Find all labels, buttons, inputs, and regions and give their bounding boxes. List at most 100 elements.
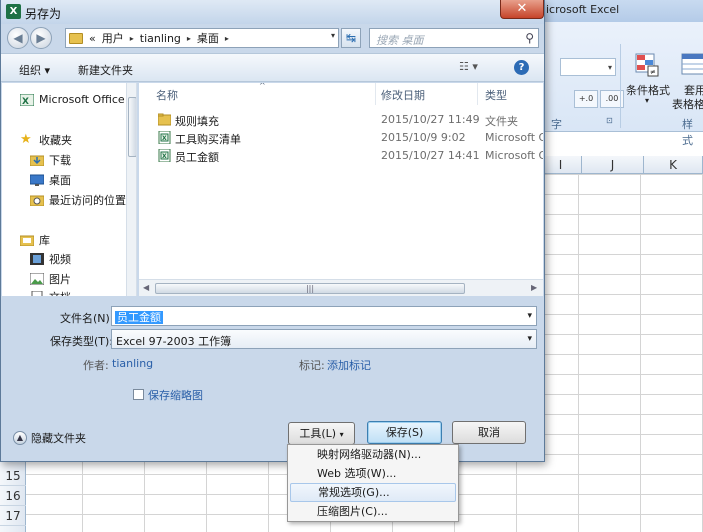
column-divider[interactable] <box>375 83 376 105</box>
chevron-up-icon: ▲ <box>13 431 27 445</box>
row-header-column: 15 16 17 <box>0 460 26 532</box>
filename-history-dropdown-icon[interactable]: ▾ <box>527 311 532 321</box>
file-row[interactable]: X 工具购买清单 2015/10/9 9:02 Microsoft O <box>139 129 543 147</box>
row-header-17[interactable]: 17 <box>0 506 26 526</box>
number-format-dropdown[interactable]: ▾ <box>560 58 616 76</box>
horizontal-scrollbar[interactable]: ◀ ||| ▶ <box>139 279 543 296</box>
nav-item-recent-places[interactable]: 最近访问的位置 <box>30 192 126 208</box>
conditional-format-icon[interactable]: ≠ <box>634 52 660 78</box>
column-header-k[interactable]: K <box>644 156 703 174</box>
file-modified: 2015/10/27 11:49 <box>381 113 480 126</box>
recent-places-icon <box>30 195 44 206</box>
dialog-titlebar[interactable]: X 另存为 ✕ <box>1 0 544 24</box>
menu-item-web-options[interactable]: Web 选项(W)... <box>290 464 456 483</box>
tools-menu: 映射网络驱动器(N)... Web 选项(W)... 常规选项(G)... 压缩… <box>287 444 459 522</box>
number-group-label: 字 <box>551 118 562 131</box>
nav-item-favorites[interactable]: ★ 收藏夹 <box>20 132 72 148</box>
tags-value[interactable]: 添加标记 <box>327 357 371 373</box>
menu-item-compress-pictures[interactable]: 压缩图片(C)... <box>290 502 456 521</box>
menu-item-general-options[interactable]: 常规选项(G)... <box>290 483 456 502</box>
search-placeholder: 搜索 桌面 <box>376 34 424 47</box>
file-type: Microsoft O <box>485 149 543 162</box>
horizontal-scrollbar-thumb[interactable]: ||| <box>155 283 465 294</box>
search-input[interactable]: 搜索 桌面 ⚲ <box>369 28 539 48</box>
view-options-button[interactable]: ☷ ▾ <box>459 60 478 73</box>
save-thumbnail-checkbox[interactable] <box>133 389 144 400</box>
savetype-select[interactable]: Excel 97-2003 工作簿 ▾ <box>111 329 537 349</box>
hide-folders-toggle[interactable]: ▲ 隐藏文件夹 <box>13 430 86 446</box>
column-header-i[interactable]: I <box>540 156 582 174</box>
nav-item-label: 最近访问的位置 <box>49 194 126 207</box>
new-folder-button[interactable]: 新建文件夹 <box>78 62 133 78</box>
svg-text:X: X <box>162 153 167 160</box>
tools-label: 工具(L) <box>299 427 337 440</box>
column-header-modified[interactable]: 修改日期 <box>381 87 425 103</box>
star-icon: ★ <box>20 132 32 147</box>
svg-text:X: X <box>162 135 167 142</box>
sort-ascending-icon: ^ <box>259 83 266 90</box>
breadcrumb-tianling[interactable]: tianling <box>140 32 181 45</box>
breadcrumb-overflow[interactable]: « <box>89 32 96 45</box>
table-format-icon[interactable] <box>680 52 703 78</box>
breadcrumb-separator-icon[interactable]: ▸ <box>187 34 191 43</box>
column-header-j[interactable]: J <box>582 156 644 174</box>
nav-item-documents[interactable]: 文档 <box>30 289 71 296</box>
nav-item-libraries[interactable]: 库 <box>20 232 50 248</box>
address-bar[interactable]: « 用户 ▸ tianling ▸ 桌面 ▸ ▾ <box>65 28 339 48</box>
chevron-down-icon: ▾ <box>339 430 344 439</box>
author-value[interactable]: tianling <box>112 357 153 370</box>
file-type: Microsoft O <box>485 131 543 144</box>
organize-button[interactable]: 组织 ▾ <box>19 62 50 78</box>
help-icon[interactable]: ? <box>514 60 529 75</box>
chevron-down-icon[interactable]: ▾ <box>527 334 532 344</box>
breadcrumb-separator-icon[interactable]: ▸ <box>225 34 229 43</box>
forward-button[interactable]: ▶ <box>30 27 52 49</box>
back-button[interactable]: ◀ <box>7 27 29 49</box>
nav-scrollbar-thumb[interactable] <box>128 97 136 157</box>
conditional-format-caret: ▾ <box>645 96 650 105</box>
increase-decimal-button[interactable]: +.0 <box>574 90 598 108</box>
close-button[interactable]: ✕ <box>500 0 544 19</box>
address-dropdown-icon[interactable]: ▾ <box>331 31 335 40</box>
nav-item-label: 收藏夹 <box>39 134 72 147</box>
breadcrumb-separator-icon[interactable]: ▸ <box>130 34 134 43</box>
filename-value: 员工金额 <box>115 311 163 324</box>
menu-item-map-network-drive[interactable]: 映射网络驱动器(N)... <box>290 445 456 464</box>
libraries-icon <box>20 235 34 246</box>
nav-scrollbar[interactable] <box>126 83 136 296</box>
cancel-button[interactable]: 取消 <box>452 421 526 444</box>
file-row[interactable]: X 员工金额 2015/10/27 14:41 Microsoft O <box>139 147 543 165</box>
folder-icon <box>69 32 83 44</box>
row-header-15[interactable]: 15 <box>0 466 26 486</box>
column-header-name[interactable]: 名称 <box>156 87 178 103</box>
excel-ribbon <box>540 22 703 132</box>
save-button[interactable]: 保存(S) <box>367 421 442 444</box>
breadcrumb-desktop[interactable]: 桌面 <box>197 30 219 46</box>
scroll-left-icon[interactable]: ◀ <box>143 283 149 292</box>
filename-input[interactable]: 员工金额 ▾ <box>111 306 537 326</box>
hide-folders-label: 隐藏文件夹 <box>31 432 86 445</box>
scroll-right-icon[interactable]: ▶ <box>531 283 537 292</box>
desktop-icon <box>30 174 44 186</box>
nav-item-videos[interactable]: 视频 <box>30 251 71 267</box>
breadcrumb-users[interactable]: 用户 <box>102 30 124 46</box>
column-header-type[interactable]: 类型 <box>485 87 507 103</box>
nav-item-desktop[interactable]: 桌面 <box>30 172 71 188</box>
excel-file-icon: X <box>158 149 171 162</box>
dialog-launcher-icon[interactable]: ⊡ <box>606 116 613 125</box>
column-divider[interactable] <box>477 83 478 105</box>
nav-item-pictures[interactable]: 图片 <box>30 271 71 287</box>
refresh-button[interactable]: ↹ <box>341 28 361 48</box>
file-name: 规则填充 <box>175 115 219 128</box>
row-header-16[interactable]: 16 <box>0 486 26 506</box>
tools-button[interactable]: 工具(L) ▾ <box>288 422 355 445</box>
styles-group-label: 样式 <box>682 118 693 147</box>
save-thumbnail-label[interactable]: 保存缩略图 <box>148 387 203 403</box>
file-modified: 2015/10/27 14:41 <box>381 149 480 162</box>
search-icon[interactable]: ⚲ <box>525 31 534 45</box>
nav-item-downloads[interactable]: 下载 <box>30 152 71 168</box>
table-format-label-2[interactable]: 表格格 <box>672 96 703 112</box>
nav-item-microsoft-office[interactable]: X Microsoft Office <box>20 93 125 106</box>
save-as-dialog: X 另存为 ✕ ◀ ▶ « 用户 ▸ tianling ▸ 桌面 ▸ ▾ ↹ 搜… <box>0 0 545 462</box>
file-row[interactable]: 规则填充 2015/10/27 11:49 文件夹 <box>139 111 543 129</box>
